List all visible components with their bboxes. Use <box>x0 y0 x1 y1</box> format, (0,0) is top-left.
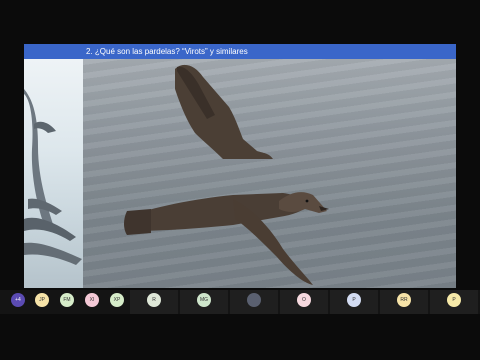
participant-avatar: P <box>347 293 361 307</box>
participant-tile[interactable]: P <box>430 290 478 314</box>
avatar-initials: RR <box>400 297 408 303</box>
avatar-initials: MG <box>199 297 209 303</box>
participant-avatar[interactable]: FM <box>60 293 74 307</box>
participants-bar: +4 JP FM XI XP R MG O P RR P <box>0 290 480 314</box>
avatar-initials: P <box>352 297 356 303</box>
avatar-initials: P <box>452 297 456 303</box>
participant-tile[interactable] <box>230 290 278 314</box>
participant-tile[interactable]: RR <box>380 290 428 314</box>
participant-avatar: MG <box>197 293 211 307</box>
participant-photo-avatar <box>247 293 261 307</box>
avatar-initials: XI <box>89 297 95 303</box>
main-photo <box>83 59 456 288</box>
participant-avatar: R <box>147 293 161 307</box>
avatar-initials: XP <box>113 297 121 303</box>
avatar-initials: FM <box>63 297 71 303</box>
participant-avatar[interactable]: XI <box>85 293 99 307</box>
more-participants-button[interactable]: +4 <box>11 293 25 307</box>
participant-avatar[interactable]: XP <box>110 293 124 307</box>
participant-avatar: O <box>297 293 311 307</box>
participant-avatar: P <box>447 293 461 307</box>
presentation-slide: 2. ¿Qué son las pardelas? “Virots” y sim… <box>24 44 456 288</box>
avatar-initials: O <box>302 297 306 303</box>
participant-avatar[interactable]: JP <box>35 293 49 307</box>
left-photo <box>24 59 83 288</box>
avatar-initials: R <box>152 297 156 303</box>
participant-tile[interactable]: MG <box>180 290 228 314</box>
participant-tile[interactable]: O <box>280 290 328 314</box>
slide-title: 2. ¿Qué son las pardelas? “Virots” y sim… <box>24 44 456 59</box>
participant-tile[interactable]: P <box>330 290 378 314</box>
participant-tile[interactable]: R <box>130 290 178 314</box>
participant-avatar: RR <box>397 293 411 307</box>
avatar-initials: JP <box>39 297 45 303</box>
shearwater-bird <box>124 64 329 285</box>
